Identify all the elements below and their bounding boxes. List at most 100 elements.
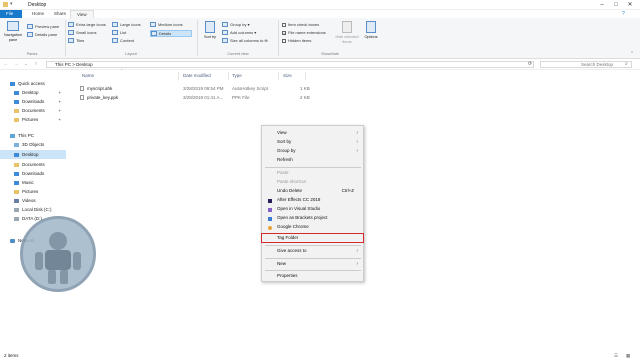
preview-pane-button[interactable]: Preview pane — [27, 24, 59, 30]
column-divider[interactable] — [305, 72, 306, 80]
details-pane-button[interactable]: Details pane — [27, 32, 58, 38]
menu-item-label: Open as Brackets project — [277, 215, 328, 220]
desktop-icon — [14, 152, 19, 157]
help-icon[interactable]: ? — [622, 11, 625, 17]
menu-item-open-brackets[interactable]: Open as Brackets project — [263, 214, 363, 223]
recent-locations-icon[interactable]: ⌄ — [22, 61, 30, 68]
menu-item-refresh[interactable]: Refresh — [263, 156, 363, 165]
table-row[interactable]: myscript.ahk 3/28/2019 09:54 PM AutoHotk… — [80, 85, 310, 93]
back-icon[interactable]: ← — [2, 61, 10, 68]
navigation-pane-icon — [7, 21, 19, 31]
file-name-extensions-toggle[interactable]: ✓ File name extensions — [282, 30, 326, 35]
nav-item-music[interactable]: Music — [0, 178, 66, 187]
add-columns-label: Add columns — [230, 30, 254, 35]
column-divider[interactable] — [228, 72, 229, 80]
tab-file[interactable]: File — [0, 10, 22, 18]
forward-icon[interactable]: → — [12, 61, 20, 68]
menu-item-google-chrome[interactable]: Google Chrome — [263, 223, 363, 232]
menu-item-paste[interactable]: Paste — [263, 169, 363, 178]
up-icon[interactable]: ↑ — [32, 61, 40, 68]
add-columns-button[interactable]: Add columns ▾ — [222, 30, 256, 36]
close-button[interactable]: ✕ — [624, 1, 636, 9]
nav-item-label: This PC — [18, 133, 35, 138]
hide-selected-items-button[interactable]: Hide selected items — [334, 21, 360, 44]
nav-item-documents[interactable]: Documents — [0, 160, 66, 169]
chevron-right-icon: › — [356, 261, 358, 267]
nav-item-pictures-pinned[interactable]: Pictures ✦ — [0, 115, 66, 124]
column-header-name[interactable]: Name — [82, 73, 94, 80]
tab-share[interactable]: Share — [48, 10, 72, 18]
list-icon — [112, 30, 118, 36]
menu-item-give-access[interactable]: Give access to › — [263, 247, 363, 256]
status-bar: 2 items ☰ ▦ — [0, 352, 640, 360]
menu-item-label: Google Chrome — [277, 224, 309, 229]
collapse-ribbon-icon[interactable]: ⌃ — [630, 51, 634, 57]
navigation-pane-button[interactable]: Navigation pane — [2, 21, 24, 42]
nav-item-documents-pinned[interactable]: Documents ✦ — [0, 106, 66, 115]
nav-item-downloads[interactable]: Downloads — [0, 169, 66, 178]
tab-home[interactable]: Home — [26, 10, 50, 18]
menu-item-paste-shortcut[interactable]: Paste shortcut — [263, 178, 363, 187]
quick-access-toolbar[interactable]: ▾ — [10, 1, 13, 7]
nav-item-quick-access[interactable]: Quick access — [0, 79, 66, 88]
menu-item-undo-delete[interactable]: Undo Delete Ctrl+Z — [263, 187, 363, 196]
minimize-button[interactable]: – — [596, 1, 608, 9]
search-input[interactable]: Search Desktop — [540, 61, 632, 68]
layout-content[interactable]: Content — [112, 38, 134, 44]
documents-icon — [14, 108, 19, 113]
menu-item-view[interactable]: View › — [263, 129, 363, 138]
menu-item-sort-by[interactable]: Sort by › — [263, 138, 363, 147]
table-row[interactable]: private_key.ppk 3/28/2019 01:41 A... PPK… — [80, 94, 310, 102]
nav-item-3d-objects[interactable]: 3D Objects — [0, 140, 66, 149]
layout-medium-icons[interactable]: Medium icons — [150, 22, 183, 28]
layout-tiles[interactable]: Tiles — [68, 38, 84, 44]
size-all-columns-button[interactable]: Size all columns to fit — [222, 38, 268, 44]
search-icon: ⌕ — [625, 61, 628, 67]
group-by-button[interactable]: Group by ▾ — [222, 22, 250, 28]
details-pane-label: Details pane — [35, 32, 58, 37]
menu-item-group-by[interactable]: Group by › — [263, 147, 363, 156]
chevron-right-icon: › — [356, 130, 358, 136]
options-button[interactable]: Options — [362, 21, 380, 40]
hidden-items-toggle[interactable]: Hidden items — [282, 38, 311, 43]
layout-large-icons[interactable]: Large icons — [112, 22, 141, 28]
layout-small-icons[interactable]: Small icons — [68, 30, 96, 36]
nav-item-videos[interactable]: Videos — [0, 196, 66, 205]
column-divider[interactable] — [178, 72, 179, 80]
menu-item-label: Sort by — [277, 139, 292, 144]
sort-by-button[interactable]: Sort by — [201, 21, 219, 40]
nav-item-pictures[interactable]: Pictures — [0, 187, 66, 196]
column-divider[interactable] — [278, 72, 279, 80]
menu-item-after-effects[interactable]: After Effects CC 2018 — [263, 196, 363, 205]
menu-item-new[interactable]: New › — [263, 260, 363, 269]
menu-item-label: View — [277, 130, 287, 135]
tab-view[interactable]: View — [70, 10, 94, 18]
menu-shortcut: Ctrl+Z — [341, 188, 354, 193]
address-bar[interactable]: This PC > Desktop — [46, 61, 534, 68]
column-header-type[interactable]: Type — [232, 73, 242, 80]
nav-item-this-pc[interactable]: This PC — [0, 131, 66, 140]
maximize-button[interactable]: □ — [610, 1, 622, 9]
refresh-icon[interactable]: ⟳ — [528, 61, 532, 67]
file-type: AutoHotkey Script — [232, 86, 269, 91]
music-icon — [14, 180, 19, 185]
nav-item-downloads-pinned[interactable]: Downloads ✦ — [0, 97, 66, 106]
column-header-date[interactable]: Date modified — [183, 73, 211, 80]
checkbox-icon — [282, 38, 286, 43]
nav-item-desktop[interactable]: Desktop — [0, 150, 66, 159]
nav-item-local-disk[interactable]: Local Disk (C:) — [0, 205, 66, 214]
menu-item-label: New — [277, 261, 287, 266]
details-view-icon[interactable]: ☰ — [614, 352, 618, 360]
column-header-size[interactable]: Size — [283, 73, 292, 80]
network-icon — [10, 238, 15, 243]
menu-separator — [265, 270, 361, 271]
large-icons-view-icon[interactable]: ▦ — [626, 352, 630, 360]
menu-item-open-visual-studio[interactable]: Open in Visual Studio — [263, 205, 363, 214]
menu-separator — [265, 258, 361, 259]
item-check-boxes-toggle[interactable]: Item check boxes — [282, 22, 319, 27]
layout-list[interactable]: List — [112, 30, 126, 36]
nav-item-desktop-pinned[interactable]: Desktop ✦ — [0, 88, 66, 97]
layout-extra-large-icons[interactable]: Extra large icons — [68, 22, 106, 28]
menu-item-properties[interactable]: Properties — [263, 272, 363, 281]
layout-details[interactable]: Details — [150, 30, 192, 38]
